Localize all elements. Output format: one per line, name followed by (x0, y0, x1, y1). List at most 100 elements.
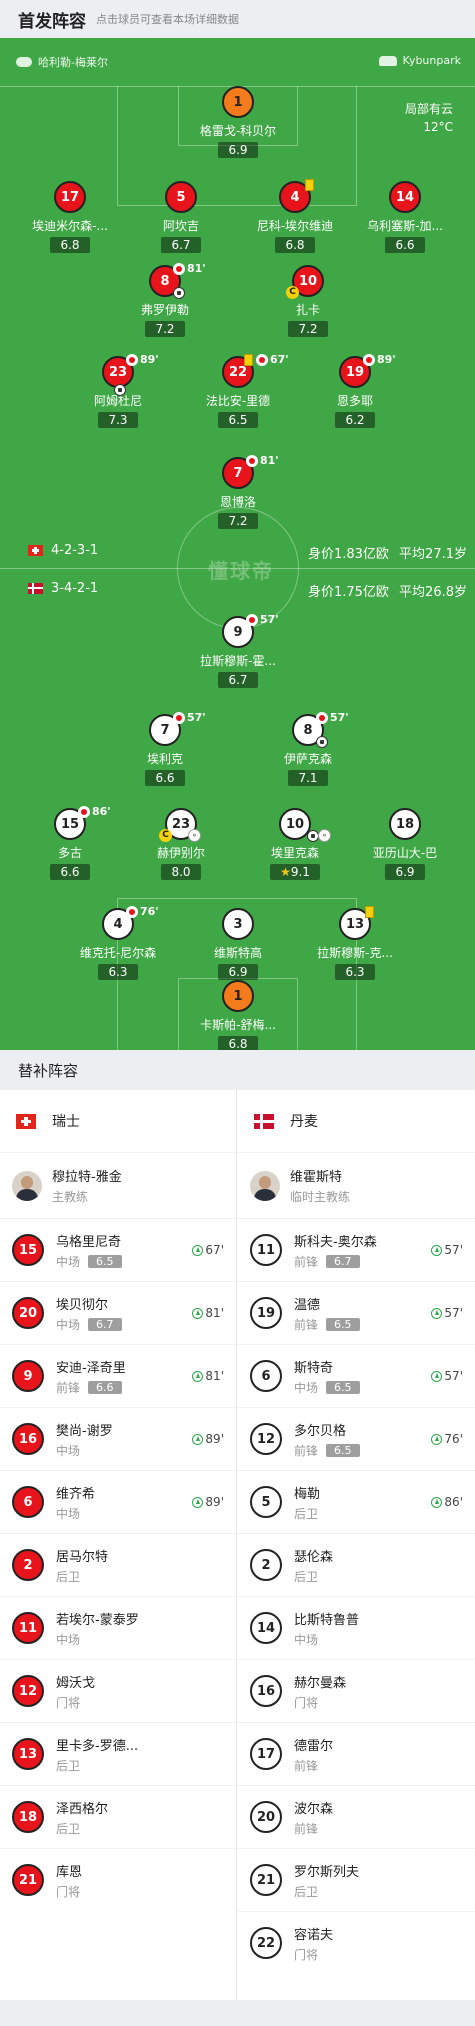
sub-player-row[interactable]: 16 赫尔曼森 门将 (238, 1659, 475, 1722)
player-away-am2[interactable]: 8 57' 伊萨克森 7.1 (253, 711, 363, 786)
player-home-lm[interactable]: 23 89' 阿姆杜尼 7.3 (63, 353, 173, 428)
sub-player-row[interactable]: 14 比斯特鲁普 中场 (238, 1596, 475, 1659)
sub-player-row[interactable]: 12 多尔贝格 前锋 6.5 76' (238, 1407, 475, 1470)
jersey-number: 10 (298, 273, 318, 289)
away-formation-text: 3-4-2-1 (51, 581, 99, 596)
jersey-number: 21 (250, 1864, 282, 1896)
player-name: 伊萨克森 (283, 752, 332, 766)
sub-player-row[interactable]: 6 斯特奇 中场 6.5 57' (238, 1344, 475, 1407)
sub-off-marker: 81' (246, 454, 279, 467)
sub-player-row[interactable]: 6 维齐希 中场 89' (0, 1470, 236, 1533)
sub-player-row[interactable]: 15 乌格里尼奇 中场 6.5 67' (0, 1218, 236, 1281)
player-away-cm1[interactable]: 23 C ⚬ 赫伊别尔 8.0 (126, 808, 236, 880)
player-home-dm1[interactable]: 8 81' 弗罗伊勒 7.2 (110, 262, 220, 337)
jersey-number: 5 (176, 189, 186, 205)
player-name: 乌利塞斯-加... (367, 219, 443, 233)
sub-player-row[interactable]: 17 德雷尔 前锋 (238, 1722, 475, 1785)
sub-player-row[interactable]: 22 容诺夫 门将 (238, 1911, 475, 1974)
player-position: 后卫 (294, 1569, 319, 1584)
sub-player-row[interactable]: 11 斯科夫-奥尔森 前锋 6.7 57' (238, 1218, 475, 1281)
player-name: 多古 (57, 846, 82, 860)
player-away-gk[interactable]: 1 卡斯帕-舒梅... 6.8 (183, 980, 293, 1050)
jersey-number: 20 (12, 1297, 44, 1329)
jersey-number: 2 (12, 1549, 44, 1581)
sub-player-row[interactable]: 12 姆沃戈 门将 (0, 1659, 236, 1722)
sub-in-icon (431, 1433, 443, 1445)
sub-in-icon (192, 1496, 204, 1508)
player-name: 德雷尔 (294, 1738, 334, 1754)
player-name: 恩多耶 (336, 394, 373, 408)
jersey-number: 22 (228, 364, 248, 380)
player-home-cb2[interactable]: 4 尼科-埃尔维迪 6.8 (240, 179, 350, 253)
player-rating: 6.2 (335, 412, 375, 428)
jersey-number: 2 (250, 1549, 282, 1581)
sub-player-row[interactable]: 13 里卡多-罗德... 后卫 (0, 1722, 236, 1785)
sub-in-icon (192, 1244, 204, 1256)
home-formation: 4-2-3-1 (28, 543, 98, 558)
player-away-st[interactable]: 9 57' 拉斯穆斯-霍... 6.7 (183, 613, 293, 688)
jersey-number: 18 (12, 1801, 44, 1833)
jersey-number: 13 (345, 916, 365, 932)
jersey-number: 7 (233, 465, 243, 481)
player-rating: 6.5 (326, 1317, 360, 1331)
home-coach-row[interactable]: 穆拉特-雅金 主教练 (0, 1152, 236, 1218)
sub-in-icon (192, 1370, 204, 1382)
player-home-st[interactable]: 7 81' 恩博洛 7.2 (183, 454, 293, 529)
sub-player-row[interactable]: 5 梅勒 后卫 86' (238, 1470, 475, 1533)
stadium-name: Kybunpark (402, 54, 461, 67)
player-away-rm[interactable]: 18 亚历山大-巴 6.9 (350, 808, 460, 880)
jersey-number: 12 (12, 1675, 44, 1707)
player-name: 梅勒 (294, 1486, 321, 1502)
player-away-lcb[interactable]: 4 76' 维克托-尼尔森 6.3 (63, 905, 173, 980)
sub-player-row[interactable]: 11 若埃尔-蒙泰罗 中场 (0, 1596, 236, 1659)
player-name: 法比安-里德 (205, 394, 271, 408)
player-name: 斯特奇 (294, 1360, 334, 1376)
weather-desc: 局部有云 (404, 102, 453, 116)
jersey-number: 12 (250, 1423, 282, 1455)
player-home-gk[interactable]: 1 格雷戈-科贝尔 6.9 (183, 86, 293, 158)
player-away-lm[interactable]: 15 86' 多古 6.6 (15, 805, 125, 880)
player-home-am[interactable]: 22 67' 法比安-里德 6.5 (183, 353, 293, 428)
jersey-number: 8 (160, 273, 170, 289)
sub-in-marker: 89' (192, 1495, 224, 1509)
player-name: 波尔森 (294, 1801, 334, 1817)
jersey-number: 3 (233, 916, 243, 932)
player-home-lb[interactable]: 17 埃迪米尔森-... 6.8 (15, 181, 125, 253)
sub-player-row[interactable]: 16 樊尚-谢罗 中场 89' (0, 1407, 236, 1470)
switzerland-flag-icon (16, 1113, 36, 1129)
player-away-cb[interactable]: 3 维斯特高 6.9 (183, 908, 293, 980)
away-coach-row[interactable]: 维霍斯特 临时主教练 (238, 1152, 475, 1218)
sub-player-row[interactable]: 20 波尔森 前锋 (238, 1785, 475, 1848)
player-name: 罗尔斯列夫 (294, 1864, 360, 1880)
denmark-flag-icon (28, 583, 43, 594)
player-name: 泽西格尔 (56, 1801, 109, 1817)
sub-player-row[interactable]: 21 库恩 门将 (0, 1848, 236, 1911)
home-age-text: 平均27.1岁 (399, 547, 467, 562)
player-position: 中场 (56, 1317, 81, 1332)
player-home-dm2[interactable]: 10 C 扎卡 7.2 (253, 265, 363, 337)
sub-player-row[interactable]: 9 安迪-泽奇里 前锋 6.6 81' (0, 1344, 236, 1407)
player-position: 门将 (294, 1947, 319, 1962)
sub-off-marker: 67' (256, 353, 289, 366)
sub-off-marker: 89' (363, 353, 396, 366)
player-position: 前锋 (294, 1821, 319, 1836)
sub-player-row[interactable]: 2 瑟伦森 后卫 (238, 1533, 475, 1596)
player-position: 中场 (56, 1506, 81, 1521)
sub-off-icon (316, 711, 328, 724)
sub-player-row[interactable]: 21 罗尔斯列夫 后卫 (238, 1848, 475, 1911)
player-position: 中场 (56, 1254, 81, 1269)
player-home-cb1[interactable]: 5 阿坎吉 6.7 (126, 181, 236, 253)
sub-player-row[interactable]: 19 温德 前锋 6.5 57' (238, 1281, 475, 1344)
player-away-am1[interactable]: 7 57' 埃利克 6.6 (110, 711, 220, 786)
sub-player-row[interactable]: 2 居马尔特 后卫 (0, 1533, 236, 1596)
player-home-rm[interactable]: 19 89' 恩多耶 6.2 (300, 353, 410, 428)
yellow-card-icon (244, 354, 253, 366)
player-position: 中场 (294, 1380, 319, 1395)
player-home-rb[interactable]: 14 乌利塞斯-加... 6.6 (350, 181, 460, 253)
player-name: 斯科夫-奥尔森 (294, 1234, 377, 1250)
player-away-cm2[interactable]: 10 ⚬ 埃里克森 ★9.1 (240, 808, 350, 880)
sub-player-row[interactable]: 18 泽西格尔 后卫 (0, 1785, 236, 1848)
player-away-rcb[interactable]: 13 拉斯穆斯-克... 6.3 (300, 906, 410, 980)
sub-player-row[interactable]: 20 埃贝彻尔 中场 6.7 81' (0, 1281, 236, 1344)
stadium-info: Kybunpark (378, 54, 461, 67)
